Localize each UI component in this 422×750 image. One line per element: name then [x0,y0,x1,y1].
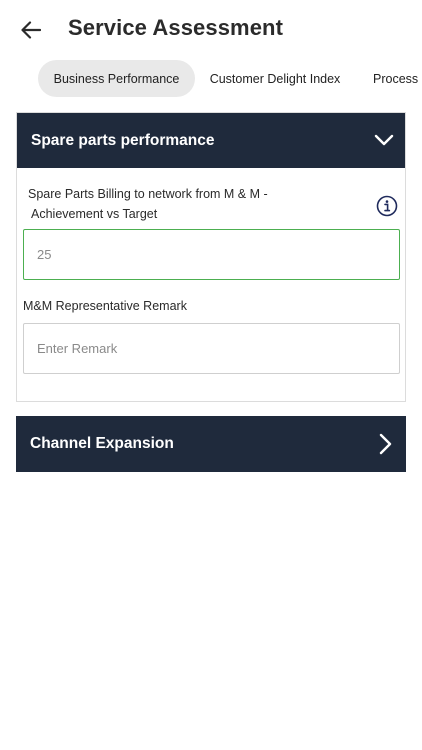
section-title: Spare parts performance [31,131,215,149]
question-line-1: Spare Parts Billing to network from M & … [28,187,268,201]
achievement-input[interactable]: 25 [23,229,400,280]
page-title: Service Assessment [68,15,284,40]
spare-parts-section: Spare parts performance Spare Parts Bill… [16,112,406,402]
tab-business-performance[interactable]: Business Performance [38,60,195,97]
chevron-right-icon [374,433,396,455]
arrow-left-icon [21,21,41,39]
spare-parts-section-header[interactable]: Spare parts performance [17,113,405,168]
question-label: Spare Parts Billing to network from M & … [28,184,328,224]
info-button[interactable] [376,195,398,217]
tab-customer-delight-index[interactable]: Customer Delight Index [210,60,341,97]
section-title: Channel Expansion [30,435,174,452]
channel-expansion-section-header[interactable]: Channel Expansion [16,416,406,472]
back-button[interactable] [18,16,44,44]
tab-process-excellence[interactable]: Process Ex [364,60,422,97]
question-line-2: Achievement vs Target [31,207,158,221]
info-circle-icon [376,195,398,217]
chevron-down-icon [373,129,395,151]
remark-label: M&M Representative Remark [23,299,187,313]
app-header: Service Assessment [0,0,422,62]
channel-expansion-section: Channel Expansion [16,416,406,472]
remark-input[interactable]: Enter Remark [23,323,400,374]
tab-bar: Business Performance Customer Delight In… [0,60,422,98]
